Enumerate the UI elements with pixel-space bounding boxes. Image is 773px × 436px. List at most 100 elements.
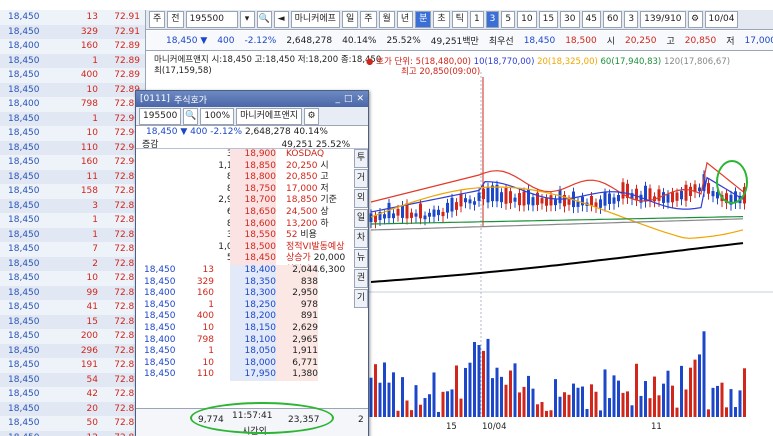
- bid-row[interactable]: 18,450 1 18,250 978: [136, 299, 354, 312]
- ask-price[interactable]: 18,650: [230, 207, 276, 219]
- interval-30[interactable]: 30: [560, 11, 580, 28]
- orderbook-titlebar[interactable]: [0111] 주식호가 _ □ ✕: [136, 91, 368, 107]
- side-tab[interactable]: 투: [354, 149, 368, 168]
- bid-row[interactable]: 18,450 13 18,400 2,044: [136, 265, 354, 277]
- close-icon[interactable]: ✕: [356, 94, 364, 104]
- side-tab[interactable]: 뉴: [354, 249, 368, 268]
- trade-row[interactable]: 18,450 329 72.91: [0, 24, 145, 39]
- trade-row[interactable]: 18,4501272.80: [0, 430, 145, 436]
- trade-row[interactable]: 18,450 200 72.86: [0, 329, 145, 344]
- bid-price[interactable]: 17,950: [230, 369, 276, 381]
- tab-year[interactable]: 년: [396, 11, 414, 28]
- bid-row[interactable]: 18,400 798 18,100 2,965: [136, 334, 354, 347]
- bid-price[interactable]: 18,150: [230, 323, 276, 335]
- bid-row[interactable]: 18,450 110 17,950 1,380: [136, 369, 354, 381]
- side-tab[interactable]: 기: [354, 289, 368, 308]
- bid-price[interactable]: 18,000: [230, 357, 276, 370]
- ask-price[interactable]: 18,900: [230, 149, 276, 161]
- minimize-icon[interactable]: _: [335, 94, 340, 104]
- trade-row[interactable]: 18,450 2 72.87: [0, 256, 145, 271]
- ask-price[interactable]: 18,450: [230, 253, 276, 265]
- trade-row[interactable]: 18,450 7 72.87: [0, 242, 145, 257]
- bid-price[interactable]: 18,350: [230, 276, 276, 289]
- trade-row[interactable]: 18,450 160 72.90: [0, 155, 145, 170]
- gear-icon[interactable]: ⚙: [304, 107, 320, 125]
- bid-row[interactable]: 18,450 1 18,050 1,911: [136, 346, 354, 358]
- trade-row[interactable]: 18,450 41 72.87: [0, 300, 145, 315]
- bid-row[interactable]: 18,450 400 18,200 891: [136, 311, 354, 323]
- trade-row[interactable]: 18,450 11 72.89: [0, 169, 145, 184]
- tab-month[interactable]: 월: [378, 11, 395, 28]
- trade-row[interactable]: 18,450 1 72.87: [0, 213, 145, 228]
- orderbook-ladder[interactable]: 34318,9001,18418,85081918,80087918,7502,…: [136, 149, 368, 409]
- bid-row[interactable]: 18,450 10 18,000 6,771: [136, 357, 354, 370]
- ob-pct[interactable]: 100%: [200, 107, 235, 125]
- trade-row[interactable]: 18,450 20 72.81: [0, 401, 145, 416]
- trade-row[interactable]: 18,450 296 72.85: [0, 343, 145, 358]
- maximize-icon[interactable]: □: [344, 94, 353, 104]
- trade-row[interactable]: 18,450 42 72.81: [0, 387, 145, 402]
- trade-row[interactable]: 18,400 798 72.87: [0, 97, 145, 112]
- bid-price[interactable]: 18,200: [230, 311, 276, 323]
- side-tab[interactable]: 차: [354, 229, 368, 248]
- bid-row[interactable]: 18,400 160 18,300 2,950: [136, 288, 354, 300]
- period-select[interactable]: 주: [149, 11, 166, 28]
- gear-icon[interactable]: ⚙: [687, 11, 703, 28]
- chevron-down-icon[interactable]: ▾: [239, 11, 255, 28]
- tab-day[interactable]: 일: [341, 11, 359, 28]
- interval-5[interactable]: 5: [501, 11, 516, 28]
- trade-row[interactable]: 18,450 10 72.89: [0, 82, 145, 97]
- trade-row[interactable]: 18,450 1 72.87: [0, 227, 145, 242]
- ask-price[interactable]: 18,750: [230, 183, 276, 196]
- trade-row[interactable]: 18,400 160 72.89: [0, 39, 145, 54]
- trade-row[interactable]: 18,450 191 72.83: [0, 358, 145, 373]
- ask-price[interactable]: 18,850: [230, 160, 276, 173]
- ask-price[interactable]: 18,600: [230, 218, 276, 231]
- tab-week[interactable]: 주: [360, 11, 377, 28]
- ob-code-input[interactable]: 195500: [139, 107, 182, 125]
- trade-row[interactable]: 18,450 99 72.87: [0, 285, 145, 300]
- bid-price[interactable]: 18,300: [230, 288, 276, 300]
- side-tab[interactable]: 거: [354, 169, 368, 188]
- search-icon[interactable]: 🔍: [256, 11, 272, 28]
- trade-row[interactable]: 18,450 110 72.90: [0, 140, 145, 155]
- custom-interval-select[interactable]: 3: [624, 11, 639, 28]
- tab-tick[interactable]: 틱: [451, 11, 468, 28]
- ask-price[interactable]: 18,700: [230, 195, 276, 207]
- trade-row[interactable]: 18,450 54 72.82: [0, 372, 145, 387]
- side-tab[interactable]: 외: [354, 189, 368, 208]
- ask-price[interactable]: 18,550: [230, 230, 276, 242]
- side-tab[interactable]: 권: [354, 269, 368, 288]
- trade-tape-list[interactable]: 18,450 13 72.91 18,450 329 72.91 18,400 160 72.8…: [0, 10, 146, 436]
- trade-row[interactable]: 18,450 158 72.88: [0, 184, 145, 199]
- tab-second[interactable]: 초: [433, 11, 450, 28]
- bid-price[interactable]: 18,100: [230, 334, 276, 347]
- stock-code-input[interactable]: 195500: [185, 11, 238, 28]
- bid-row[interactable]: 18,450 10 18,150 2,629: [136, 323, 354, 335]
- bid-price[interactable]: 18,250: [230, 299, 276, 312]
- bid-row[interactable]: 18,450 329 18,350 838: [136, 276, 354, 289]
- search-icon[interactable]: 🔍: [183, 107, 199, 125]
- ask-price[interactable]: 18,500: [230, 241, 276, 254]
- trade-row[interactable]: 18,450 10 72.90: [0, 126, 145, 141]
- interval-1[interactable]: 1: [469, 11, 484, 28]
- interval-15[interactable]: 15: [538, 11, 559, 28]
- trade-row[interactable]: 18,450 15 72.86: [0, 314, 145, 329]
- interval-3[interactable]: 3: [485, 11, 500, 28]
- trade-row[interactable]: 18,450 400 72.89: [0, 68, 145, 83]
- bid-price[interactable]: 18,400: [230, 265, 276, 277]
- trade-row[interactable]: 18,450 1 72.89: [0, 53, 145, 68]
- side-tab[interactable]: 일: [354, 209, 368, 228]
- trade-row[interactable]: 18,450 1 72.90: [0, 111, 145, 126]
- prev-button[interactable]: 전: [167, 11, 184, 28]
- bid-price[interactable]: 18,050: [230, 346, 276, 358]
- trade-row[interactable]: 18,450 3 72.87: [0, 198, 145, 213]
- interval-60[interactable]: 60: [602, 11, 623, 28]
- interval-10[interactable]: 10: [517, 11, 537, 28]
- trade-row[interactable]: 18,450 50 72.81: [0, 416, 145, 431]
- trade-row[interactable]: 18,450 13 72.91: [0, 10, 145, 25]
- trade-row[interactable]: 18,450 10 72.87: [0, 271, 145, 286]
- ask-price[interactable]: 18,800: [230, 172, 276, 184]
- interval-45[interactable]: 45: [581, 11, 601, 28]
- date-input[interactable]: 10/04: [704, 11, 739, 28]
